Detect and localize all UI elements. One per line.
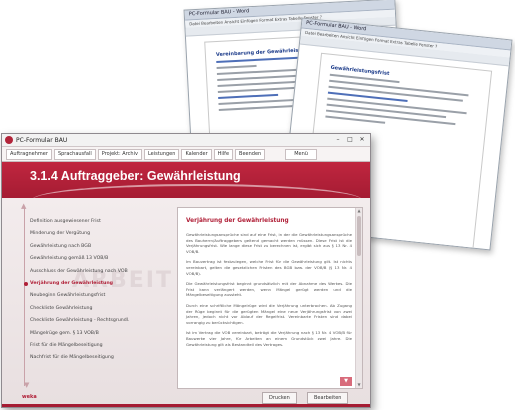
brand-logo: weka — [22, 394, 37, 400]
text-line — [216, 64, 257, 70]
app-window: PC-Formular BAU – □ ✕ Auftragnehmer Spra… — [1, 133, 371, 408]
app-logo-icon — [5, 136, 13, 144]
menu-sprachausfall[interactable]: Sprachausfall — [53, 148, 96, 160]
content-paragraph: Gewährleistungsansprüche sind auf eine F… — [186, 232, 352, 254]
text-line — [217, 86, 298, 93]
content-scrollbar[interactable]: ▲ ▼ — [355, 208, 362, 388]
nav-item[interactable]: Mängelrüge gem. § 13 VOB/B — [16, 328, 170, 340]
nav-item[interactable]: Gewährleistung nach BGB — [16, 241, 170, 253]
nav-item[interactable]: Gewährleistung gemäß 13 VOB/B — [16, 253, 170, 265]
content-paragraph: Im Bauvertrag ist festzulegen, welche Fr… — [186, 259, 352, 276]
scroll-thumb[interactable] — [357, 216, 361, 256]
menu-button[interactable]: Menü — [285, 148, 317, 160]
page-down-marker-icon[interactable]: ▼ — [340, 377, 352, 386]
scroll-down-icon[interactable]: ▼ — [356, 382, 362, 388]
nav-down-arrow-icon: ▼ — [24, 381, 30, 389]
app-title: PC-Formular BAU — [16, 136, 68, 144]
menu-kalender[interactable]: Kalender — [181, 148, 212, 160]
bottom-accent-strip — [2, 404, 370, 407]
print-button[interactable]: Drucken — [262, 392, 297, 404]
app-menubar: Auftragnehmer Sprachausfall Projekt: Arc… — [2, 147, 370, 162]
app-titlebar: PC-Formular BAU – □ ✕ — [2, 134, 370, 147]
menu-hilfe[interactable]: Hilfe — [213, 148, 234, 160]
topic-navigation: Definition ausgewiesener Frist Minderung… — [16, 216, 170, 365]
minimize-icon[interactable]: – — [333, 136, 343, 144]
text-line — [218, 93, 279, 99]
nav-item[interactable]: Checkliste Gewährleistung - Rechtsgrundl… — [16, 315, 170, 327]
menu-auftragnehmer[interactable]: Auftragnehmer — [6, 148, 52, 160]
page-header: 3.1.4 Auftraggeber: Gewährleistung — [2, 162, 370, 198]
content-title: Verjährung der Gewährleistung — [186, 218, 289, 224]
page-title: 3.1.4 Auftraggeber: Gewährleistung — [30, 169, 241, 183]
menu-beenden[interactable]: Beenden — [235, 148, 266, 160]
nav-item[interactable]: Frist für die Mängelbeseitigung — [16, 340, 170, 352]
nav-item[interactable]: Minderung der Vergütung — [16, 228, 170, 240]
content-paragraph: Die Gewährleistungsfrist beginnt grundsä… — [186, 281, 352, 298]
menu-projekt-archiv[interactable]: Projekt: Archiv — [97, 148, 142, 160]
nav-item-active[interactable]: Verjährung der Gewährleistung — [16, 278, 170, 290]
edit-button[interactable]: Bearbeiten — [307, 392, 349, 404]
nav-item[interactable]: Checkliste Gewährleistung — [16, 303, 170, 315]
nav-item[interactable]: Neubeginn Gewährleistungsfrist — [16, 290, 170, 302]
nav-item[interactable]: Ausschluss der Gewährleistung nach VOB — [16, 266, 170, 278]
app-body: ARBEIT ▲ Definition ausgewiesener Frist … — [2, 198, 370, 407]
close-icon[interactable]: ✕ — [357, 136, 367, 144]
nav-item[interactable]: Nachfrist für die Mängelbeseitigung — [16, 352, 170, 364]
content-panel: Verjährung der Gewährleistung Gewährleis… — [177, 207, 363, 389]
menu-leistungen[interactable]: Leistungen — [143, 148, 180, 160]
content-paragraph: Ist im Vertrag die VOB vereinbart, beträ… — [186, 330, 352, 347]
maximize-icon[interactable]: □ — [345, 136, 355, 144]
content-paragraph: Durch eine schriftliche Mängelrüge wird … — [186, 302, 352, 325]
scroll-up-icon[interactable]: ▲ — [356, 208, 362, 214]
window-controls: – □ ✕ — [333, 136, 367, 144]
nav-item[interactable]: Definition ausgewiesener Frist — [16, 216, 170, 228]
header-decoration — [32, 184, 362, 198]
